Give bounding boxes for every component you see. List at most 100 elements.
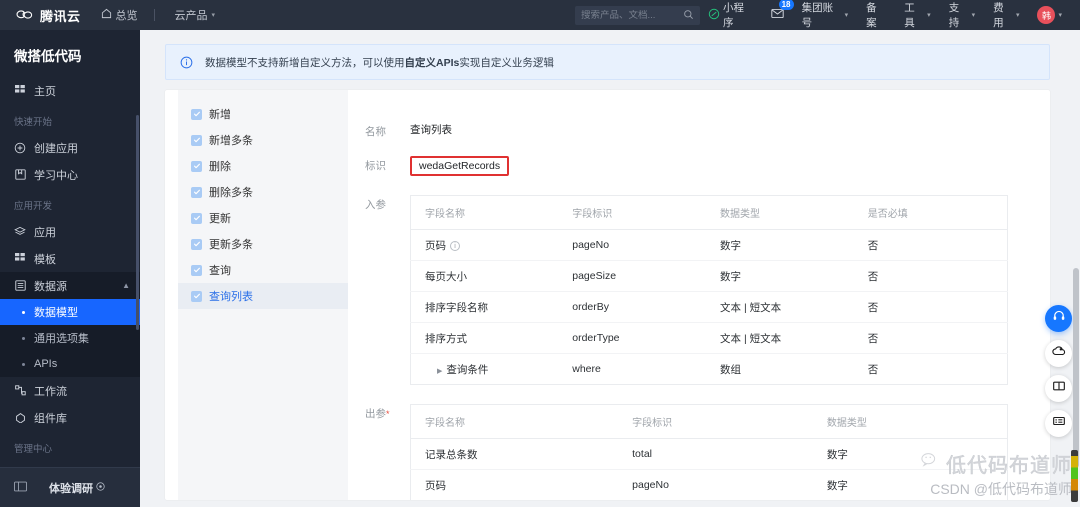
watermark: 低代码布道师 CSDN @低代码布道师 [921,449,1072,499]
sidebar-item-component-library[interactable]: 组件库 [0,404,140,431]
page-scrollbar[interactable] [1073,268,1079,468]
chevron-down-icon: ▾ [1058,12,1062,19]
message-badge-count: 18 [778,0,794,10]
cell-data-type: 文本 | 短文本 [706,322,854,354]
sidebar-item-datasource[interactable]: 数据源 ▲ [0,272,140,299]
header-messages[interactable]: 18 [770,0,794,22]
search-icon[interactable] [683,7,694,25]
book-icon [14,169,26,181]
header-tools[interactable]: 工具 ▾ [904,0,930,30]
nav-cloud-products[interactable]: 云产品 ▾ [175,7,216,23]
method-item-label: 查询 [209,265,231,277]
sidebar-item-apis[interactable]: APIs [0,351,140,377]
table-header-row: 字段名称 字段标识 数据类型 [410,404,1008,439]
brand-name: 腾讯云 [40,8,81,24]
header-support-label: 支持 [948,2,960,29]
tencent-cloud-logo-icon [15,8,34,22]
sidebar-item-template[interactable]: 模板 [0,245,140,272]
bullet-icon [22,310,25,314]
cell-field-id: where [572,363,601,375]
watermark-top-line: 低代码布道师 [921,449,1072,478]
search-input[interactable] [581,10,677,21]
alert-text-before: 数据模型不支持新增自定义方法，可以使用 [205,56,405,69]
support-headset-button[interactable] [1045,305,1072,332]
method-item-update[interactable]: 更新 [178,205,348,231]
sidebar-item-learning-center[interactable]: 学习中心 [0,161,140,188]
chevron-down-icon: ▾ [971,12,976,19]
header-group-account[interactable]: 集团账号 ▾ [802,0,849,30]
collapse-icon[interactable] [14,481,27,495]
checkbox-checked-icon[interactable] [191,212,202,224]
header-miniprogram[interactable]: 小程序 [708,0,753,30]
header-beian[interactable]: 备案 [866,0,886,30]
info-icon[interactable]: i [450,241,460,251]
sidebar-item-workflow[interactable]: 工作流 [0,377,140,404]
nav-cloud-products-label: 云产品 [174,10,208,22]
search-box[interactable] [575,6,700,25]
method-item-create[interactable]: 新增 [178,101,348,127]
column-header-data-type: 数据类型 [812,404,1008,439]
column-header-field-id: 字段标识 [618,404,813,439]
method-item-delete[interactable]: 删除 [178,153,348,179]
cloud-button[interactable] [1045,340,1072,367]
component-icon [14,412,26,424]
checkbox-checked-icon[interactable] [191,160,202,172]
sidebar-scrollbar[interactable] [136,115,139,330]
cell-field-id: pageNo [558,229,707,261]
method-item-create-many[interactable]: 新增多条 [178,127,348,153]
checkbox-checked-icon[interactable] [191,290,202,302]
feedback-button[interactable]: 体验调研 [49,480,105,496]
cell-field-name[interactable]: ▶ 查询条件 [411,354,559,385]
layers-icon [14,226,26,238]
sidebar-group-admin-label: 管理中心 [14,444,53,455]
nav-overview[interactable]: 总览 [101,7,138,23]
method-item-delete-many[interactable]: 删除多条 [178,179,348,205]
chevron-right-icon[interactable]: ▶ [437,368,442,375]
column-header-field-id: 字段标识 [558,195,707,230]
sidebar-item-data-model[interactable]: 数据模型 [0,299,140,325]
sidebar-item-create-app[interactable]: 创建应用 [0,134,140,161]
methods-panel: 新增 新增多条 删除 删除多条 更新 更新多条 查询 查询列表 [178,90,348,500]
field-identifier-label: 标识 [365,160,386,172]
cell-field-name: 排序字段名称 [410,291,559,323]
sidebar-item-home-label: 主页 [34,85,56,98]
header-billing[interactable]: 费用 ▾ [993,0,1019,30]
sidebar-item-component-library-label: 组件库 [34,412,67,425]
nav-divider [153,9,155,21]
main-content: 数据模型不支持新增自定义方法，可以使用自定义APIs实现自定义业务逻辑 新增 新… [140,30,1080,507]
table-row: 排序方式 orderType 文本 | 短文本 否 [410,322,1008,354]
checkbox-checked-icon[interactable] [191,108,202,120]
checkbox-checked-icon[interactable] [191,238,202,250]
method-item-label: 删除 [209,161,231,173]
docs-book-button[interactable] [1045,375,1072,402]
brand-logo-group[interactable]: 腾讯云 [15,6,81,25]
cell-field-id: orderBy [558,291,707,323]
checkbox-checked-icon[interactable] [191,134,202,146]
cell-data-type: 数字 [706,260,854,292]
method-item-query-list[interactable]: 查询列表 [178,283,348,309]
alert-link-custom-apis[interactable]: 自定义APIs [405,57,460,69]
field-name-value: 查询列表 [410,124,452,136]
checkbox-checked-icon[interactable] [191,186,202,198]
sidebar-item-data-model-label: 数据模型 [34,307,78,319]
checkbox-checked-icon[interactable] [191,264,202,276]
cloud-icon [1051,344,1066,363]
header-support[interactable]: 支持 ▾ [949,0,975,30]
sidebar-item-option-sets[interactable]: 通用选项集 [0,325,140,351]
sidebar-item-home[interactable]: 主页 [0,77,140,104]
list-menu-button[interactable] [1045,410,1072,437]
avatar[interactable]: 韩 [1037,6,1056,24]
sidebar-item-application[interactable]: 应用 [0,218,140,245]
method-item-update-many[interactable]: 更新多条 [178,231,348,257]
field-identifier-value[interactable]: wedaGetRecords [410,156,510,176]
header-user-menu[interactable]: 韩 ▾ [1037,6,1062,24]
cell-field-id: pageSize [558,260,707,292]
method-item-query[interactable]: 查询 [178,257,348,283]
workflow-icon [14,385,26,397]
mail-icon [770,8,784,22]
input-params-label: 入参 [365,199,386,211]
plus-circle-icon [14,142,26,154]
list-icon [1052,414,1066,433]
sidebar-item-workflow-label: 工作流 [34,385,67,398]
cell-required: 否 [853,229,1008,261]
